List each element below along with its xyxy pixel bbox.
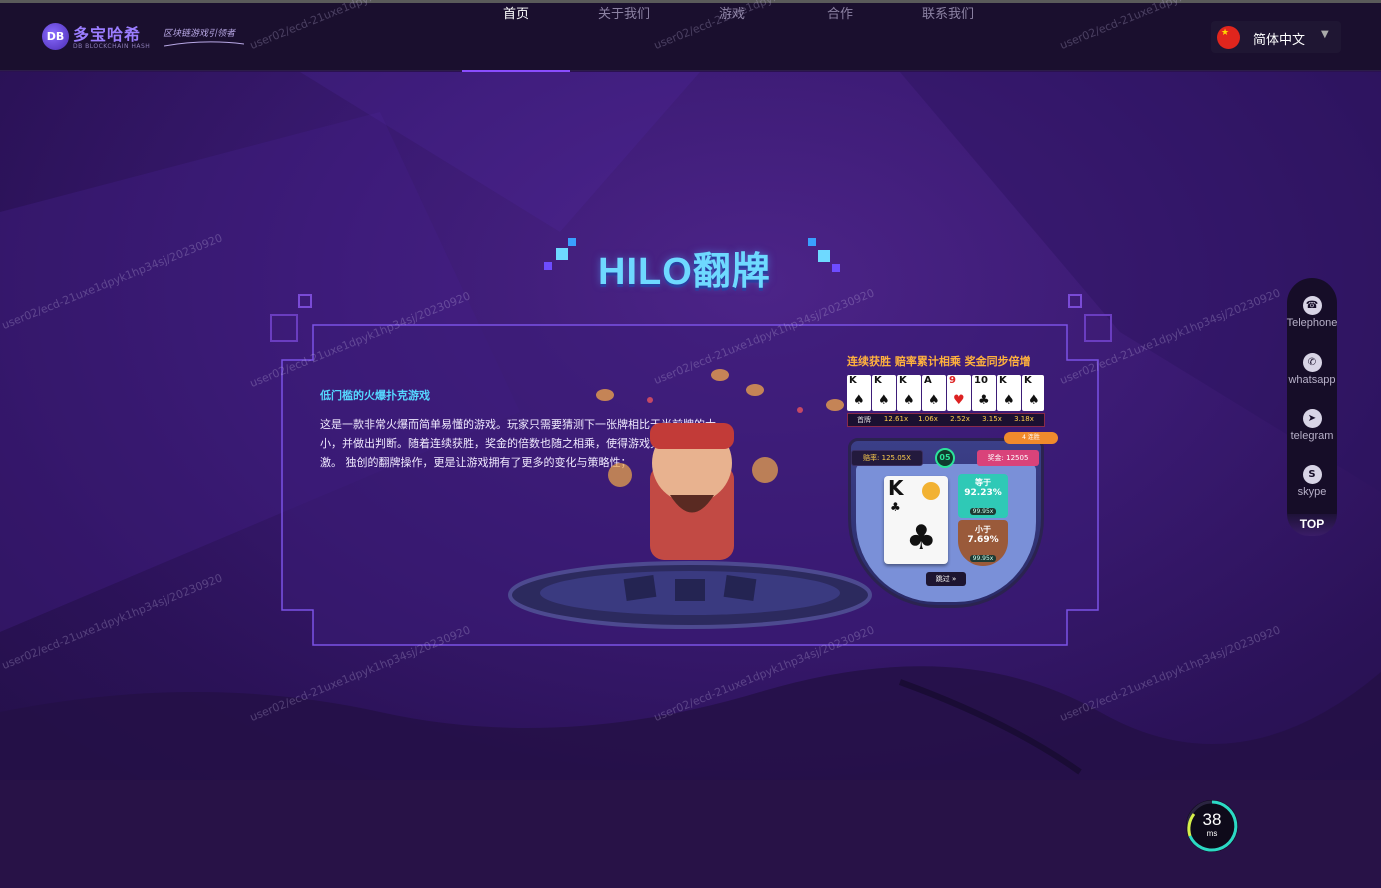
history-card: K ♠ — [1022, 375, 1044, 411]
hero-bottom-band — [0, 780, 1381, 888]
latency-indicator: 38 ms — [1184, 798, 1240, 854]
bet-lower-button: 小于 7.69% 99.95x — [958, 520, 1008, 566]
page-title: HILO翻牌 — [598, 251, 771, 293]
prize-pill: 奖金: 12505 — [977, 450, 1039, 466]
latency-unit: ms — [1206, 829, 1218, 838]
current-card: K ♣ ♣ — [884, 476, 948, 564]
caret-down-icon: ▼ — [1321, 29, 1329, 40]
slogan-swoosh-icon — [164, 41, 244, 47]
nav-cooperation[interactable]: 合作 — [786, 3, 894, 71]
nav-games[interactable]: 游戏 — [678, 3, 786, 71]
nav-about[interactable]: 关于我们 — [570, 3, 678, 71]
pixel-decoration — [556, 248, 568, 260]
history-cards: K ♠ K ♠ K ♠ A ♠ 9 ♥ 10 ♣ K ♠ K ♠ — [847, 375, 1047, 411]
pixel-decoration — [298, 294, 312, 308]
multiplier-value: 1.06x — [918, 415, 938, 423]
history-card: K ♠ — [997, 375, 1021, 411]
contact-whatsapp[interactable]: ✆ whatsapp — [1287, 353, 1337, 386]
logo-subtext: DB BLOCKCHAIN HASH — [73, 43, 151, 50]
contact-sidebar: ☎ Telephone ✆ whatsapp ➤ telegram S skyp… — [1287, 278, 1337, 536]
skype-icon: S — [1302, 465, 1322, 484]
history-card: 9 ♥ — [947, 375, 971, 411]
history-card: K ♠ — [897, 375, 921, 411]
fortune-god-illustration — [508, 369, 872, 629]
multiplier-label: 首牌 — [857, 416, 871, 424]
nav-contact[interactable]: 联系我们 — [894, 3, 1002, 71]
game-subtitle: 低门槛的火爆扑克游戏 — [320, 389, 430, 402]
history-card: K ♠ — [847, 375, 871, 411]
mockup-heading: 连续获胜 赔率累计相乘 奖金同步倍增 — [847, 355, 1031, 368]
bet-equal-button: 等于 92.23% 99.95x — [958, 474, 1008, 518]
multiplier-value: 2.52x — [950, 415, 970, 423]
pixel-decoration — [818, 250, 830, 262]
multiplier-row: 首牌 12.61x 1.06x 2.52x 3.15x 3.18x — [847, 413, 1045, 427]
odds-pill: 赔率: 125.05X — [851, 450, 923, 466]
contact-skype[interactable]: S skype — [1287, 465, 1337, 498]
logo-badge-icon: DB — [42, 23, 69, 50]
logo-slogan: 区块链游戏引领者 — [163, 29, 236, 39]
pixel-decoration — [544, 262, 552, 270]
coin-icon — [922, 482, 940, 500]
language-label: 简体中文 — [1253, 33, 1306, 48]
logo[interactable]: DB 多宝哈希 DB BLOCKCHAIN HASH 区块链游戏引领者 — [42, 21, 252, 55]
round-badge: 05 — [935, 448, 955, 468]
multiplier-value: 3.18x — [1014, 415, 1034, 423]
history-card: K ♠ — [872, 375, 896, 411]
whatsapp-icon: ✆ — [1302, 353, 1322, 372]
contact-telegram[interactable]: ➤ telegram — [1287, 409, 1337, 442]
logo-name: 多宝哈希 — [73, 25, 142, 44]
skip-button: 跳过 » — [926, 572, 966, 586]
telegram-icon: ➤ — [1302, 409, 1322, 428]
site-header: DB 多宝哈希 DB BLOCKCHAIN HASH 区块链游戏引领者 首页 关… — [0, 3, 1381, 72]
language-selector[interactable]: 简体中文 ▼ — [1211, 21, 1341, 53]
pixel-decoration — [568, 238, 576, 246]
contact-telephone[interactable]: ☎ Telephone — [1287, 296, 1337, 329]
pixel-decoration — [808, 238, 816, 246]
nav-home[interactable]: 首页 — [462, 3, 570, 71]
history-card: A ♠ — [922, 375, 946, 411]
china-flag-icon — [1217, 26, 1240, 49]
phone-icon: ☎ — [1302, 296, 1322, 315]
pixel-decoration — [1068, 294, 1082, 308]
streak-tag: 4 连胜 — [1004, 432, 1058, 444]
multiplier-value: 3.15x — [982, 415, 1002, 423]
history-card: 10 ♣ — [972, 375, 996, 411]
latency-value: 38 — [1202, 810, 1222, 829]
pixel-decoration — [832, 264, 840, 272]
multiplier-value: 12.61x — [883, 415, 909, 423]
